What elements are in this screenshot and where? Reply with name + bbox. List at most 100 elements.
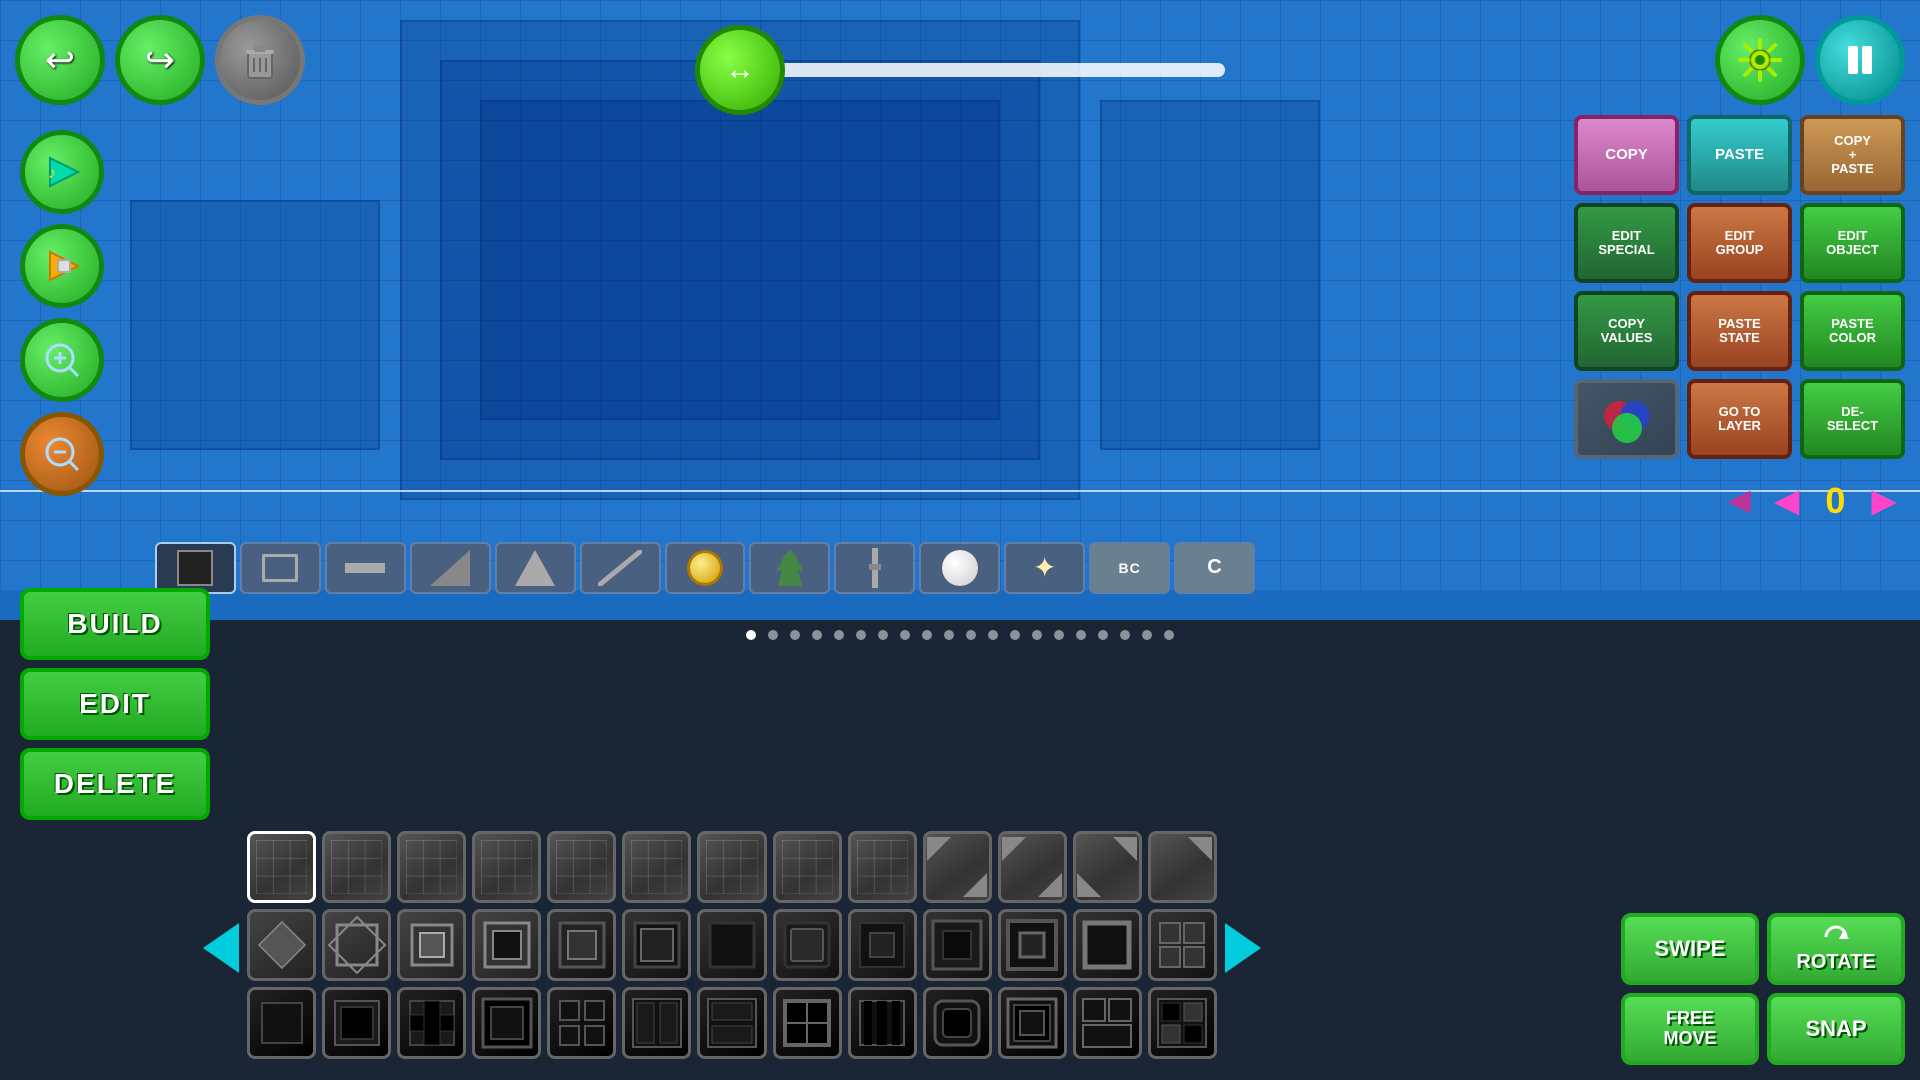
grid-cell-1-1[interactable] [247, 831, 316, 903]
music-button[interactable]: ♪ [20, 130, 104, 214]
grid-cell-2-11[interactable] [998, 909, 1067, 981]
colors-button[interactable] [1574, 379, 1679, 459]
grid-cell-1-3[interactable] [397, 831, 466, 903]
settings-button[interactable] [1715, 15, 1805, 105]
grid-cell-2-13[interactable] [1148, 909, 1217, 981]
obj-tab-circle[interactable] [665, 542, 746, 594]
grid-cell-2-6[interactable] [622, 909, 691, 981]
grid-prev-button[interactable] [195, 838, 247, 1058]
free-move-button[interactable]: FREEMOVE [1621, 993, 1759, 1065]
obj-tab-nature[interactable] [749, 542, 830, 594]
slider-track[interactable] [775, 63, 1225, 77]
build-mode-button[interactable]: BUILD [20, 588, 210, 660]
page-dot-19[interactable] [1142, 630, 1152, 640]
obj-tab-bc[interactable]: BC [1089, 542, 1170, 594]
copy-values-button[interactable]: COPYVALUES [1574, 291, 1679, 371]
grid-cell-1-7[interactable] [697, 831, 766, 903]
page-dot-13[interactable] [1010, 630, 1020, 640]
grid-cell-1-10[interactable] [923, 831, 992, 903]
grid-cell-2-7[interactable] [697, 909, 766, 981]
edit-object-button[interactable]: EDITOBJECT [1800, 203, 1905, 283]
copy-button[interactable]: COPY [1574, 115, 1679, 195]
slider-button[interactable]: ↔ [695, 25, 785, 115]
edit-mode-button[interactable]: EDIT [20, 668, 210, 740]
stop-button[interactable] [20, 224, 104, 308]
grid-next-button[interactable] [1217, 838, 1269, 1058]
page-dot-3[interactable] [790, 630, 800, 640]
grid-cell-1-4[interactable] [472, 831, 541, 903]
zoom-in-button[interactable] [20, 318, 104, 402]
page-dot-11[interactable] [966, 630, 976, 640]
page-dot-12[interactable] [988, 630, 998, 640]
deselect-button[interactable]: DE-SELECT [1800, 379, 1905, 459]
page-dot-4[interactable] [812, 630, 822, 640]
grid-cell-3-6[interactable] [622, 987, 691, 1059]
page-dot-20[interactable] [1164, 630, 1174, 640]
delete-mode-button[interactable]: DELETE [20, 748, 210, 820]
grid-cell-2-2[interactable] [322, 909, 391, 981]
grid-cell-3-13[interactable] [1148, 987, 1217, 1059]
page-dot-17[interactable] [1098, 630, 1108, 640]
page-dot-1[interactable] [746, 630, 756, 640]
obj-tab-burst[interactable]: ✦ [1004, 542, 1085, 594]
edit-group-button[interactable]: EDITGROUP [1687, 203, 1792, 283]
edit-special-button[interactable]: EDITSPECIAL [1574, 203, 1679, 283]
paste-state-button[interactable]: PASTESTATE [1687, 291, 1792, 371]
layer-left-outline-arrow[interactable]: ◄ [1720, 482, 1758, 520]
page-dot-5[interactable] [834, 630, 844, 640]
grid-cell-3-1[interactable] [247, 987, 316, 1059]
grid-cell-3-10[interactable] [923, 987, 992, 1059]
swipe-button[interactable]: SWIPE [1621, 913, 1759, 985]
page-dot-6[interactable] [856, 630, 866, 640]
grid-cell-3-4[interactable] [472, 987, 541, 1059]
obj-tab-triangle[interactable] [495, 542, 576, 594]
rotate-button[interactable]: ROTATE [1767, 913, 1905, 985]
page-dot-7[interactable] [878, 630, 888, 640]
page-dot-16[interactable] [1076, 630, 1086, 640]
grid-cell-2-12[interactable] [1073, 909, 1142, 981]
paste-color-button[interactable]: PASTECOLOR [1800, 291, 1905, 371]
grid-cell-1-5[interactable] [547, 831, 616, 903]
page-dot-18[interactable] [1120, 630, 1130, 640]
grid-cell-3-9[interactable] [848, 987, 917, 1059]
grid-cell-3-12[interactable] [1073, 987, 1142, 1059]
grid-cell-2-4[interactable] [472, 909, 541, 981]
pause-button[interactable] [1815, 15, 1905, 105]
grid-cell-2-10[interactable] [923, 909, 992, 981]
grid-cell-2-5[interactable] [547, 909, 616, 981]
grid-cell-1-2[interactable] [322, 831, 391, 903]
obj-tab-flat[interactable] [325, 542, 406, 594]
grid-cell-1-11[interactable] [998, 831, 1067, 903]
grid-cell-3-2[interactable] [322, 987, 391, 1059]
grid-cell-3-3[interactable] [397, 987, 466, 1059]
go-to-layer-button[interactable]: GO TOLAYER [1687, 379, 1792, 459]
zoom-out-button[interactable] [20, 412, 104, 496]
obj-tab-orb[interactable] [919, 542, 1000, 594]
undo-button[interactable]: ↩ [15, 15, 105, 105]
grid-cell-2-9[interactable] [848, 909, 917, 981]
grid-cell-2-1[interactable] [247, 909, 316, 981]
page-dot-9[interactable] [922, 630, 932, 640]
page-dot-14[interactable] [1032, 630, 1042, 640]
obj-tab-pipe[interactable] [834, 542, 915, 594]
layer-left-arrow[interactable]: ◄ [1766, 480, 1808, 522]
grid-cell-3-8[interactable] [773, 987, 842, 1059]
grid-cell-3-5[interactable] [547, 987, 616, 1059]
obj-tab-outlines[interactable] [240, 542, 321, 594]
grid-cell-1-9[interactable] [848, 831, 917, 903]
layer-right-arrow[interactable]: ► [1863, 480, 1905, 522]
redo-button[interactable]: ↪ [115, 15, 205, 105]
grid-cell-2-3[interactable] [397, 909, 466, 981]
grid-cell-1-12[interactable] [1073, 831, 1142, 903]
grid-cell-1-13[interactable] [1148, 831, 1217, 903]
grid-cell-2-8[interactable] [773, 909, 842, 981]
grid-cell-3-11[interactable] [998, 987, 1067, 1059]
page-dot-15[interactable] [1054, 630, 1064, 640]
grid-cell-1-6[interactable] [622, 831, 691, 903]
page-dot-8[interactable] [900, 630, 910, 640]
paste-button[interactable]: PASTE [1687, 115, 1792, 195]
grid-cell-3-7[interactable] [697, 987, 766, 1059]
trash-button[interactable] [215, 15, 305, 105]
copy-paste-button[interactable]: COPY+PASTE [1800, 115, 1905, 195]
obj-tab-slope[interactable] [410, 542, 491, 594]
